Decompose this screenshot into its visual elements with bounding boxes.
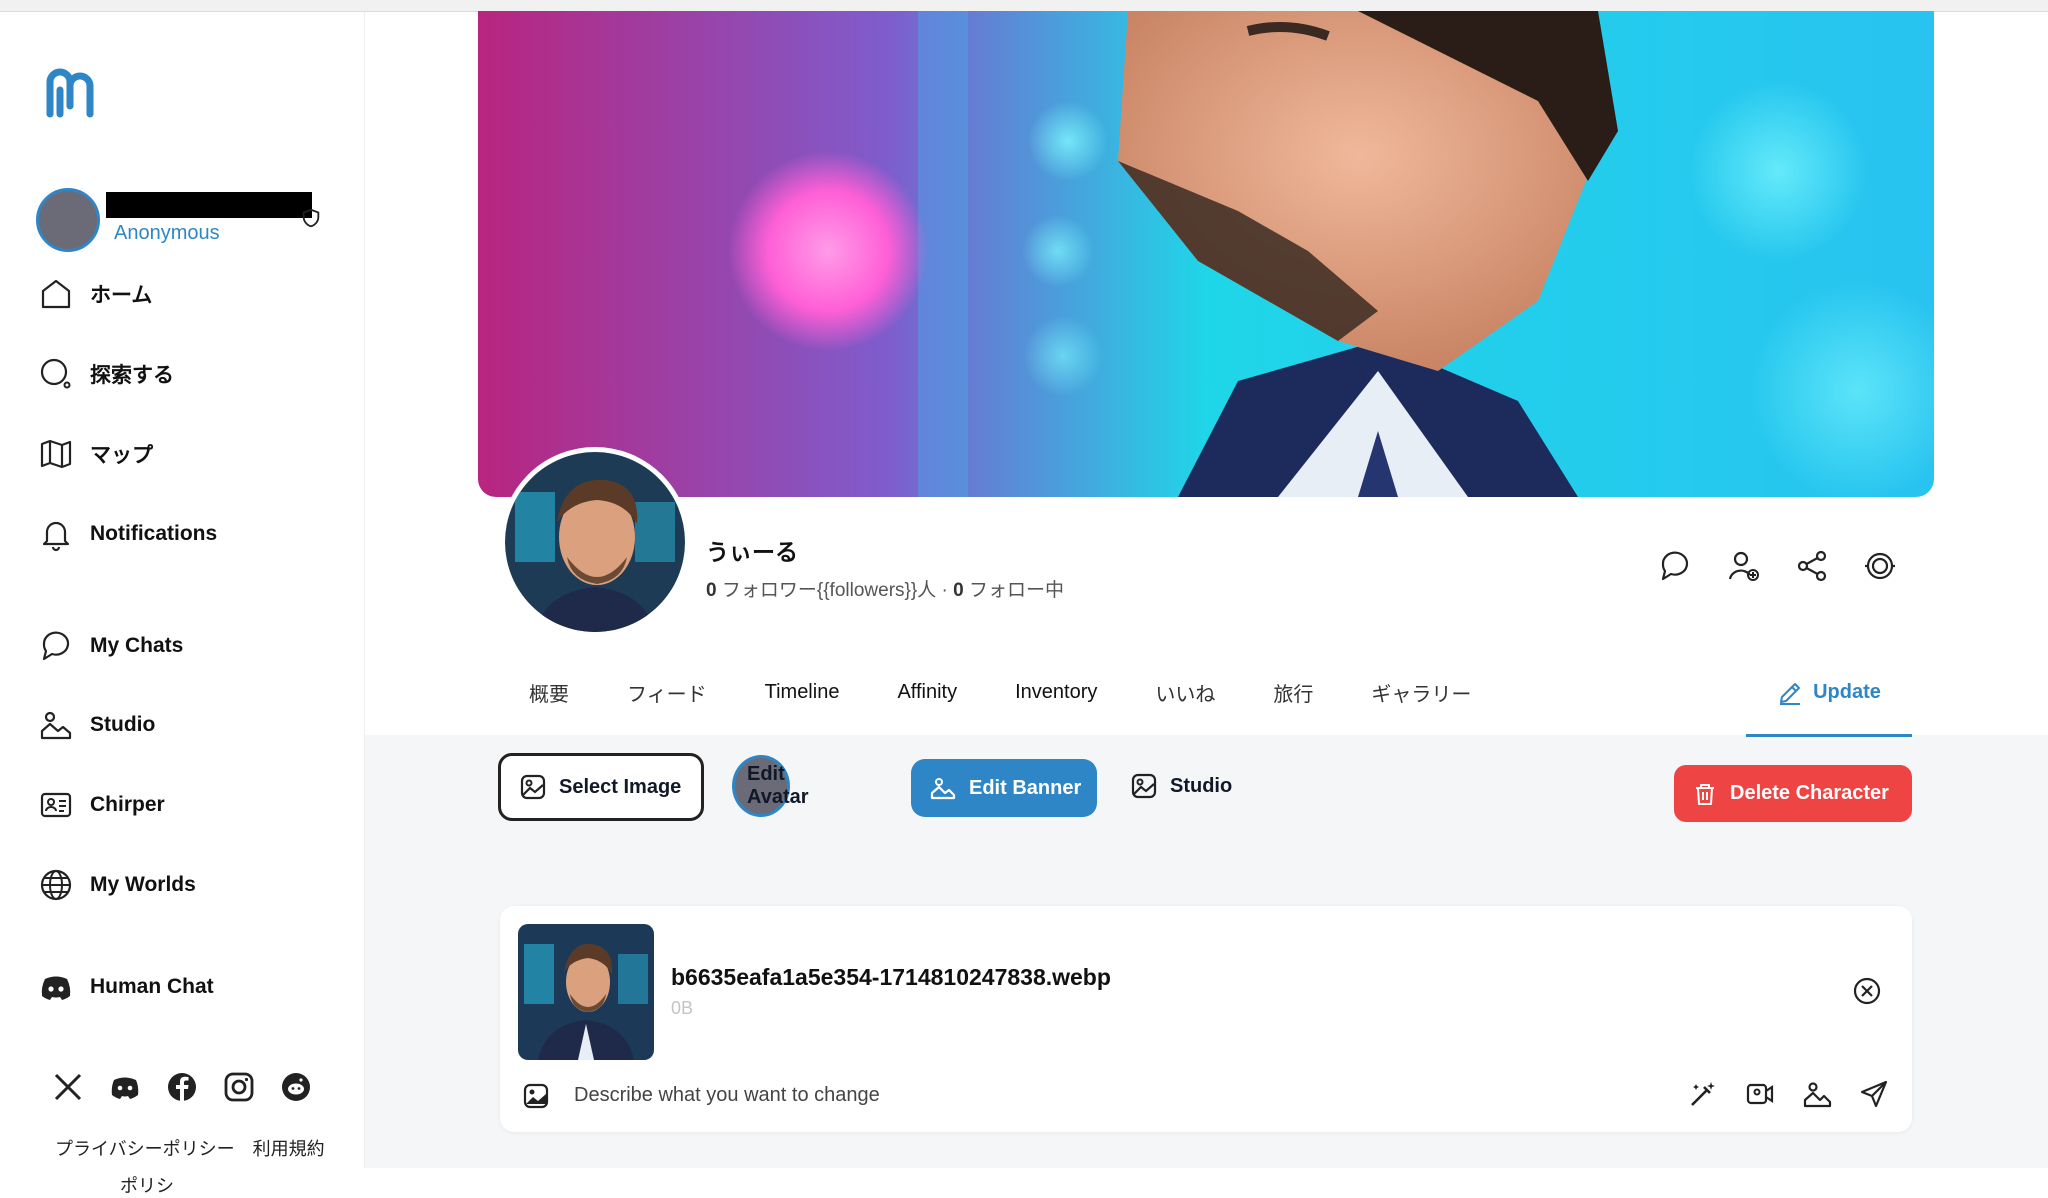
chat-icon: [42, 631, 70, 661]
video-icon[interactable]: [1744, 1078, 1776, 1110]
tab-update[interactable]: Update: [1746, 672, 1912, 737]
privacy-policy-link[interactable]: プライバシーポリシー: [55, 1135, 235, 1161]
image-icon: [1131, 773, 1157, 799]
nav-my-worlds[interactable]: My Worlds: [38, 865, 338, 905]
id-card-icon: [40, 792, 72, 818]
tab-inventory[interactable]: Inventory: [1015, 681, 1097, 704]
nav-label: Studio: [90, 713, 156, 736]
close-icon[interactable]: [1852, 976, 1882, 1006]
studio-icon: [930, 778, 956, 800]
uploaded-image-thumbnail: [518, 924, 654, 1060]
delete-character-button[interactable]: Delete Character: [1674, 765, 1912, 822]
nav-label: Human Chat: [90, 975, 214, 998]
edit-avatar-button[interactable]: Edit Avatar: [732, 755, 809, 817]
settings-icon[interactable]: [1862, 548, 1898, 584]
studio-button[interactable]: Studio: [1130, 755, 1232, 817]
tab-timeline[interactable]: Timeline: [765, 681, 840, 704]
nav-label: マップ: [90, 444, 153, 467]
nav-label: ホーム: [90, 284, 153, 307]
studio-label: Studio: [1170, 774, 1233, 797]
profile-stats: 0 フォロワー{{followers}}人 · 0 フォロー中: [706, 575, 1064, 602]
home-icon: [41, 279, 71, 309]
nav-label: 探索する: [90, 364, 174, 387]
nav-label: Notifications: [90, 522, 218, 545]
tab-feed[interactable]: フィード: [627, 678, 707, 707]
avatar[interactable]: [36, 188, 100, 252]
edit-banner-label: Edit Banner: [969, 776, 1082, 799]
following-count[interactable]: 0: [953, 580, 964, 601]
nav-human-chat[interactable]: Human Chat: [38, 967, 338, 1007]
search-icon: [40, 358, 71, 389]
discord-icon[interactable]: [108, 1070, 142, 1104]
image-icon: [523, 1083, 549, 1109]
upload-card: b6635eafa1a5e354-1714810247838.webp 0B D…: [500, 906, 1912, 1132]
tab-travel[interactable]: 旅行: [1273, 678, 1313, 707]
discord-icon: [41, 976, 71, 1000]
send-icon[interactable]: [1858, 1078, 1890, 1110]
follow-user-icon[interactable]: [1726, 548, 1762, 584]
file-size: 0B: [671, 998, 694, 1018]
followers-label[interactable]: フォロワー{{followers}}人: [722, 580, 936, 601]
tab-overview[interactable]: 概要: [529, 678, 569, 707]
app-logo[interactable]: [44, 62, 94, 126]
user-profile[interactable]: Anonymous: [36, 188, 336, 254]
select-image-label: Select Image: [559, 775, 682, 798]
edit-banner-button[interactable]: Edit Banner: [911, 759, 1097, 817]
select-image-button[interactable]: Select Image: [498, 753, 704, 821]
prompt-input[interactable]: Describe what you want to change: [574, 1084, 880, 1107]
update-label: Update: [1813, 681, 1881, 703]
followers-count[interactable]: 0: [706, 580, 717, 601]
edit-avatar-label: Edit Avatar: [747, 763, 809, 808]
legal-cutoff-link[interactable]: ポリシ: [120, 1172, 174, 1198]
pencil-icon: [1780, 683, 1801, 705]
legal-links: プライバシーポリシー 利用規約: [55, 1135, 325, 1161]
magic-wand-icon[interactable]: [1687, 1078, 1719, 1110]
profile-name: うぃーる: [706, 539, 798, 565]
tab-likes[interactable]: いいね: [1155, 678, 1215, 707]
nav-my-chats[interactable]: My Chats: [38, 626, 338, 666]
profile-tabs: 概要 フィード Timeline Affinity Inventory いいね …: [500, 672, 1529, 712]
nav-home[interactable]: ホーム: [38, 274, 338, 314]
nav-map[interactable]: マップ: [38, 434, 338, 474]
studio-icon: [40, 711, 72, 740]
nav-label: My Worlds: [90, 873, 196, 896]
profile-banner: [478, 11, 1934, 497]
sidebar: Anonymous ホーム 探索する マップ Notifications My …: [0, 12, 365, 1196]
tab-gallery[interactable]: ギャラリー: [1371, 678, 1471, 707]
nav-label: Chirper: [90, 793, 165, 816]
profile-avatar[interactable]: [500, 447, 690, 637]
trash-icon: [1696, 783, 1714, 805]
image-icon: [520, 774, 546, 800]
facebook-icon[interactable]: [165, 1070, 199, 1104]
following-label[interactable]: フォロー中: [969, 580, 1064, 601]
nav-studio[interactable]: Studio: [38, 705, 338, 745]
nav-notifications[interactable]: Notifications: [38, 514, 338, 554]
share-icon[interactable]: [1794, 548, 1830, 584]
reddit-icon[interactable]: [279, 1070, 313, 1104]
bell-icon: [42, 521, 70, 552]
user-role: Anonymous: [114, 222, 220, 244]
shield-icon[interactable]: [300, 207, 322, 229]
x-icon[interactable]: [51, 1070, 85, 1104]
studio-icon[interactable]: [1801, 1078, 1833, 1110]
instagram-icon[interactable]: [222, 1070, 256, 1104]
globe-icon: [40, 869, 72, 901]
file-name: b6635eafa1a5e354-1714810247838.webp: [671, 964, 1111, 990]
tab-affinity[interactable]: Affinity: [897, 681, 957, 704]
nav-chirper[interactable]: Chirper: [38, 785, 338, 825]
redacted-username: [106, 192, 312, 218]
nav-label: My Chats: [90, 634, 184, 657]
delete-character-label: Delete Character: [1730, 782, 1889, 804]
chat-icon[interactable]: [1657, 548, 1693, 584]
stats-separator: ·: [941, 580, 948, 601]
terms-link[interactable]: 利用規約: [253, 1135, 325, 1161]
map-icon: [40, 439, 72, 469]
nav-explore[interactable]: 探索する: [38, 354, 338, 394]
